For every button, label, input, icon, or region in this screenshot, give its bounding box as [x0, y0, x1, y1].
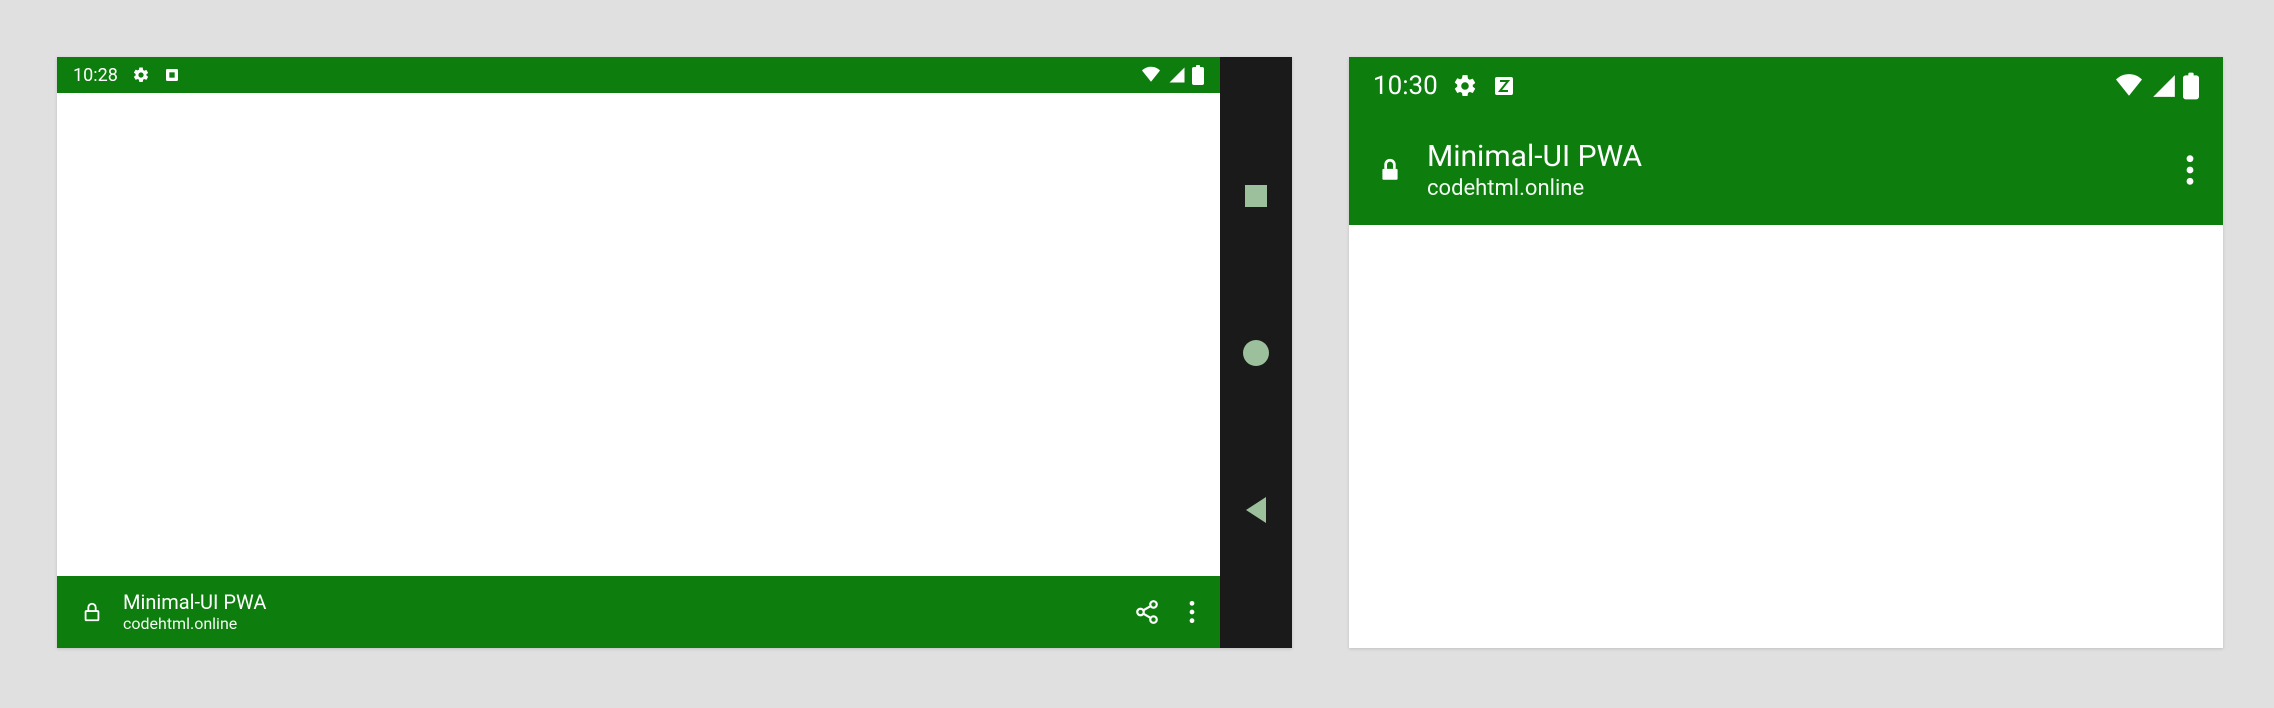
status-time: 10:28 [73, 65, 118, 86]
status-left: 10:30 [1373, 71, 1516, 101]
wifi-icon [2113, 73, 2145, 99]
recents-button[interactable] [1242, 182, 1270, 210]
device-landscape: 10:28 [57, 57, 1292, 648]
system-nav-bar [1220, 57, 1292, 648]
battery-icon [1192, 65, 1204, 85]
more-vert-icon[interactable] [1188, 599, 1196, 625]
app-subtitle: codehtml.online [1427, 175, 1642, 203]
app-title: Minimal-UI PWA [123, 590, 266, 614]
webview-content[interactable] [1349, 225, 2223, 648]
badge-icon [1492, 74, 1516, 98]
app-subtitle: codehtml.online [123, 614, 266, 633]
share-icon[interactable] [1134, 599, 1160, 625]
app-bar-bottom: Minimal-UI PWA codehtml.online [57, 576, 1220, 648]
status-left: 10:28 [73, 65, 180, 86]
more-vert-icon[interactable] [2185, 153, 2195, 187]
badge-icon [164, 67, 180, 83]
app-title: Minimal-UI PWA [1427, 138, 1642, 176]
app-title-block: Minimal-UI PWA codehtml.online [1427, 138, 1642, 203]
app-title-block: Minimal-UI PWA codehtml.online [123, 590, 266, 633]
status-right [1140, 65, 1204, 85]
device-portrait: 10:30 Minimal-UI PWA codehtml [1349, 57, 2223, 648]
wifi-icon [1140, 66, 1162, 84]
cellular-icon [1168, 66, 1186, 84]
cellular-icon [2151, 73, 2177, 99]
status-right [2113, 72, 2199, 100]
app-bar-actions [1134, 599, 1196, 625]
webview-content[interactable] [57, 93, 1220, 576]
status-time: 10:30 [1373, 71, 1438, 101]
battery-icon [2183, 72, 2199, 100]
lock-icon [81, 599, 103, 625]
app-bar-top: Minimal-UI PWA codehtml.online [1349, 115, 2223, 225]
app-bar-actions [2185, 153, 2195, 187]
back-button[interactable] [1242, 496, 1270, 524]
status-bar: 10:28 [57, 57, 1220, 93]
status-bar: 10:30 [1349, 57, 2223, 115]
gear-icon [132, 66, 150, 84]
device-main: 10:28 [57, 57, 1220, 648]
home-button[interactable] [1242, 339, 1270, 367]
gear-icon [1452, 73, 1478, 99]
lock-icon [1377, 154, 1403, 186]
